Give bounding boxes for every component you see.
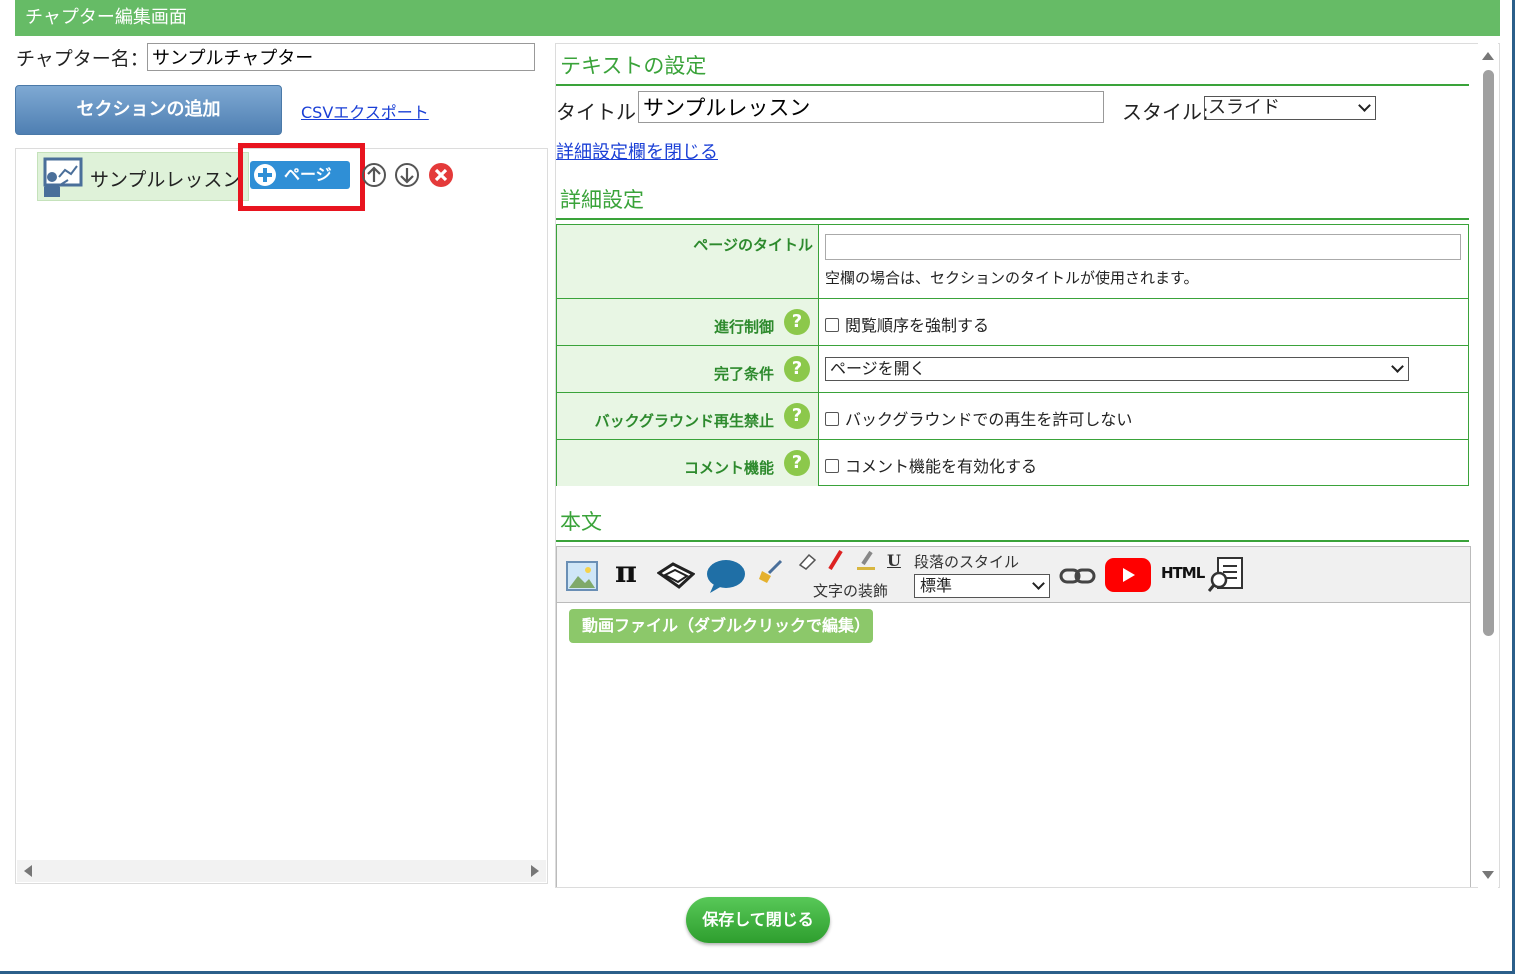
help-icon[interactable]: ? xyxy=(784,356,810,382)
table-row: 進行制御 ? 閲覧順序を強制する xyxy=(557,299,1468,346)
page-title-label: ページのタイトル xyxy=(693,236,813,254)
text-decoration-label: 文字の装飾 xyxy=(813,582,889,600)
text-settings-panel: テキストの設定 タイトル: スタイル: スライド 詳細設定欄を閉じる 詳細設定 … xyxy=(555,43,1500,888)
details-table: ページのタイトル 空欄の場合は、セクションのタイトルが使用されます。 進行制御 … xyxy=(556,224,1469,486)
add-section-button[interactable]: セクションの追加 xyxy=(15,85,282,135)
body-editor[interactable]: π U 段落のスタイル 文字の装飾 標準 HTML 動画ファイル（ダブルクリック… xyxy=(556,546,1471,887)
chevron-down-icon xyxy=(1358,99,1371,112)
table-row: ページのタイトル 空欄の場合は、セクションのタイトルが使用されます。 xyxy=(557,225,1468,299)
enforce-order-label: 閲覧順序を強制する xyxy=(845,316,990,335)
editor-toolbar: π U 段落のスタイル 文字の装飾 標準 HTML xyxy=(557,547,1470,603)
scroll-right-arrow-icon[interactable] xyxy=(530,865,540,877)
scroll-down-arrow-icon[interactable] xyxy=(1482,870,1494,880)
vertical-scrollbar[interactable] xyxy=(1478,43,1498,888)
scrollbar-thumb[interactable] xyxy=(1483,70,1494,636)
horizontal-scrollbar[interactable] xyxy=(17,860,546,882)
underline-icon[interactable]: U xyxy=(887,551,901,570)
divider xyxy=(556,218,1469,220)
completion-condition-label: 完了条件 xyxy=(713,365,774,383)
save-and-close-button[interactable]: 保存して閉じる xyxy=(686,897,830,943)
table-row: 完了条件 ? ページを開く xyxy=(557,346,1468,393)
annotation-highlight-box xyxy=(238,143,365,211)
scroll-up-arrow-icon[interactable] xyxy=(1482,51,1494,61)
preview-search-icon[interactable] xyxy=(1208,556,1246,594)
details-heading: 詳細設定 xyxy=(560,188,644,212)
tree-item-lesson[interactable]: サンプルレッスン xyxy=(37,152,249,201)
html-source-icon[interactable]: HTML xyxy=(1161,564,1205,582)
comment-feature-option: コメント機能を有効化する xyxy=(845,457,1038,476)
move-down-icon[interactable] xyxy=(395,163,419,187)
progress-control-label: 進行制御 xyxy=(713,318,774,336)
delete-icon[interactable] xyxy=(429,163,453,187)
page-title-input[interactable] xyxy=(825,234,1461,260)
paint-brush-icon[interactable] xyxy=(757,559,783,585)
move-up-icon[interactable] xyxy=(362,163,386,187)
style-select[interactable]: スライド xyxy=(1204,96,1376,120)
chapter-name-label: チャプター名： xyxy=(16,48,149,70)
comment-feature-label: コメント機能 xyxy=(683,459,774,477)
paragraph-style-label: 段落のスタイル xyxy=(914,553,1020,571)
highlighter-icon[interactable] xyxy=(855,550,877,572)
title-input[interactable] xyxy=(638,91,1104,123)
help-icon[interactable]: ? xyxy=(784,309,810,335)
link-icon[interactable] xyxy=(1059,565,1097,587)
background-play-label: バックグラウンド再生禁止 xyxy=(594,412,774,430)
shape-icon[interactable] xyxy=(657,561,695,591)
page-title-hint: 空欄の場合は、セクションのタイトルが使用されます。 xyxy=(825,269,1199,287)
help-icon[interactable]: ? xyxy=(784,403,810,429)
video-file-block[interactable]: 動画ファイル（ダブルクリックで編集） xyxy=(569,609,873,643)
tree-item-label: サンプルレッスン xyxy=(90,169,242,191)
red-pen-icon[interactable] xyxy=(825,549,845,573)
help-icon[interactable]: ? xyxy=(784,450,810,476)
title-label: タイトル: xyxy=(556,100,643,124)
csv-export-link[interactable]: CSVエクスポート xyxy=(301,99,429,123)
table-row: コメント機能 ? コメント機能を有効化する xyxy=(557,440,1468,486)
body-heading: 本文 xyxy=(560,510,602,534)
divider xyxy=(556,540,1469,542)
chapter-edit-window: チャプター編集画面 チャプター名： セクションの追加 CSVエクスポート サンプ… xyxy=(0,0,1515,974)
chevron-down-icon xyxy=(1391,360,1404,373)
table-row: バックグラウンド再生禁止 ? バックグラウンドでの再生を許可しない xyxy=(557,393,1468,440)
completion-condition-value: ページを開く xyxy=(830,359,926,378)
paragraph-style-select[interactable]: 標準 xyxy=(914,574,1050,598)
paragraph-style-value: 標準 xyxy=(920,576,953,595)
lesson-teacher-icon xyxy=(43,157,83,197)
enforce-order-checkbox[interactable] xyxy=(825,318,839,332)
image-icon[interactable] xyxy=(566,561,598,591)
completion-condition-select[interactable]: ページを開く xyxy=(825,357,1409,381)
comment-feature-checkbox[interactable] xyxy=(825,459,839,473)
chevron-down-icon xyxy=(1032,577,1045,590)
window-title: チャプター編集画面 xyxy=(15,0,1500,36)
collapse-details-link[interactable]: 詳細設定欄を閉じる xyxy=(556,138,718,164)
section-tree-panel: サンプルレッスン ページ xyxy=(15,143,548,884)
divider xyxy=(556,84,1469,86)
chapter-name-input[interactable] xyxy=(147,43,535,71)
eraser-icon[interactable] xyxy=(797,551,817,571)
speech-bubble-icon[interactable] xyxy=(706,558,746,594)
math-pi-icon[interactable]: π xyxy=(615,555,637,590)
style-select-value: スライド xyxy=(1208,97,1280,118)
scroll-left-arrow-icon[interactable] xyxy=(23,865,33,877)
background-play-checkbox[interactable] xyxy=(825,412,839,426)
text-settings-heading: テキストの設定 xyxy=(560,54,707,78)
youtube-icon[interactable] xyxy=(1105,558,1151,592)
style-label: スタイル: xyxy=(1122,100,1209,124)
background-play-option: バックグラウンドでの再生を許可しない xyxy=(845,410,1133,429)
